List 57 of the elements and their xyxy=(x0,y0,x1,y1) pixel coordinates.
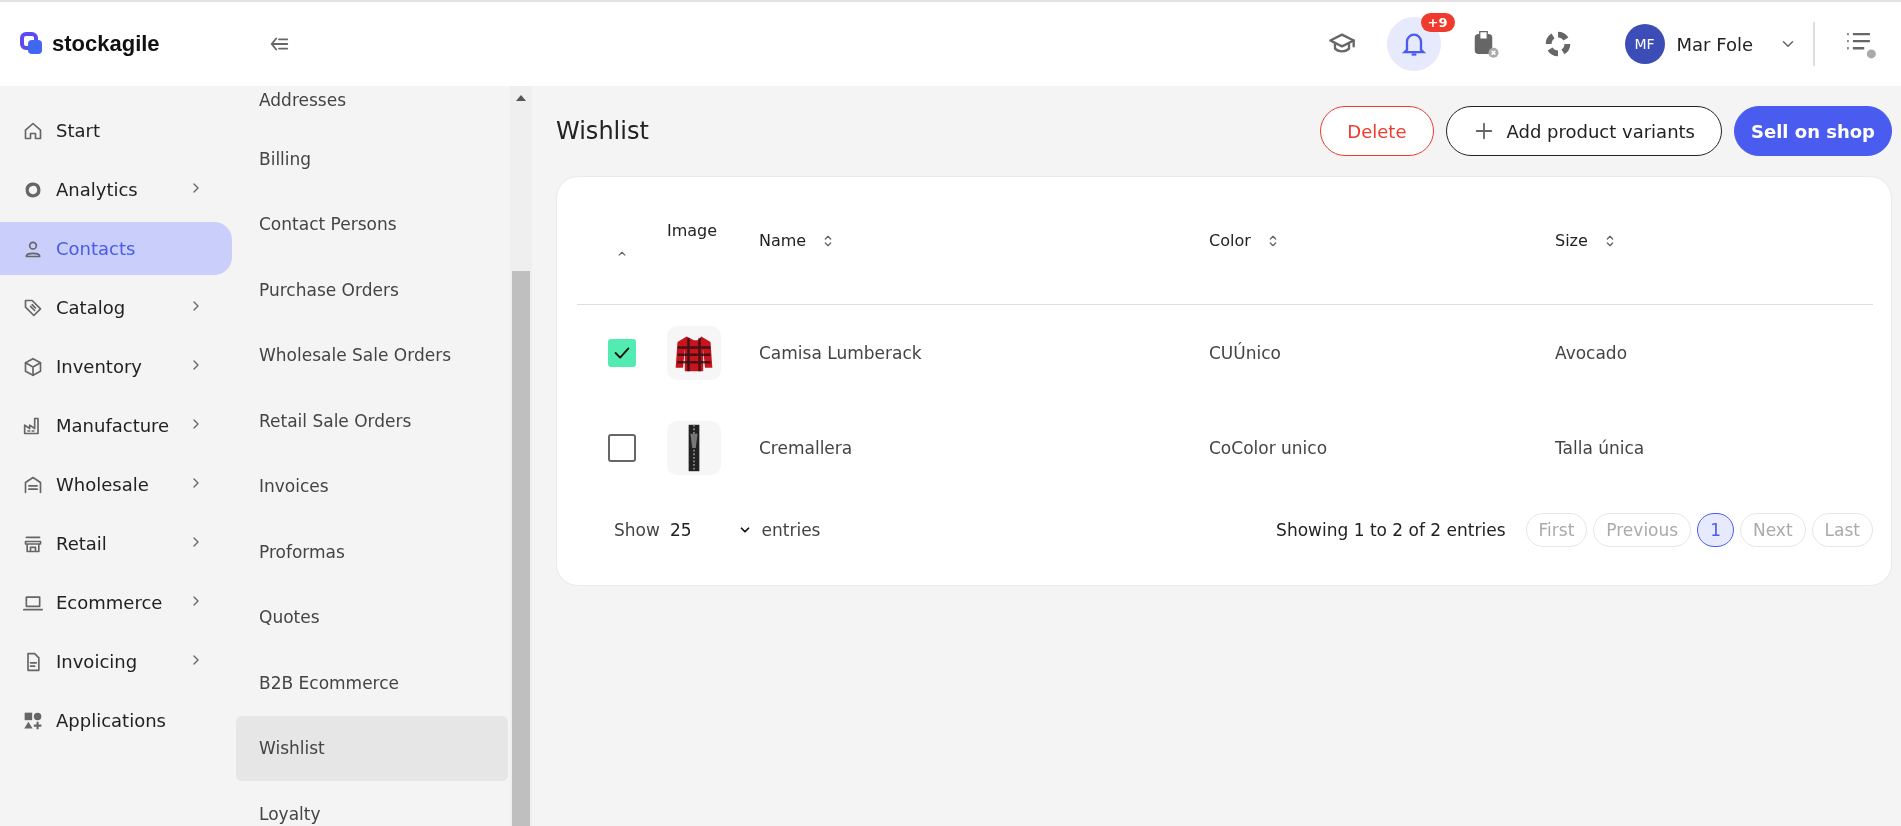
apps-icon xyxy=(23,710,43,731)
notification-badge: +9 xyxy=(1420,13,1455,32)
table-cell-text: CoColor unico xyxy=(1209,437,1329,458)
home-icon xyxy=(23,120,43,141)
table-cell-text: Camisa Lumberack xyxy=(759,342,923,363)
scrollbar-thumb[interactable] xyxy=(512,271,530,826)
submenu-item[interactable]: Purchase Orders xyxy=(236,257,508,323)
page-size-select[interactable]: 25 xyxy=(669,520,752,540)
entries-summary: Showing 1 to 2 of 2 entries xyxy=(1276,520,1506,540)
zipper-picture xyxy=(667,420,721,475)
column-header: Image xyxy=(667,221,718,240)
entries-label: entries xyxy=(761,520,821,540)
logo-icon xyxy=(20,32,44,56)
logo-text: stockagile xyxy=(52,31,160,57)
table-cell-text: Talla única xyxy=(1555,437,1646,458)
column-header[interactable]: Color xyxy=(1209,231,1251,250)
table-cell-text: Cremallera xyxy=(759,437,854,458)
sidebar-item[interactable]: Analytics xyxy=(0,163,232,216)
user-name[interactable]: Mar Fole xyxy=(1676,33,1753,55)
sidebar-item[interactable]: Catalog xyxy=(0,281,232,334)
action-button[interactable]: Sell on shop xyxy=(1734,106,1892,156)
sidebar-item[interactable]: Ecommerce xyxy=(0,576,232,629)
sidebar-item[interactable]: Manufacture xyxy=(0,399,232,452)
user-avatar[interactable]: MF xyxy=(1624,24,1665,64)
page-title: Wishlist xyxy=(556,117,650,145)
sidebar-item[interactable]: Applications xyxy=(0,694,232,747)
sidebar-item[interactable]: Invoicing xyxy=(0,635,232,688)
submenu-item[interactable]: Wishlist xyxy=(236,715,508,781)
column-header[interactable]: Size xyxy=(1555,231,1588,250)
submenu-item[interactable]: Quotes xyxy=(236,584,508,650)
submenu-item[interactable]: Retail Sale Orders xyxy=(236,388,508,454)
submenu-item[interactable]: Invoices xyxy=(236,453,508,519)
sidebar-item[interactable]: Start xyxy=(0,104,232,157)
lifebuoy-icon xyxy=(1543,30,1572,58)
action-button[interactable]: Add product variants xyxy=(1445,106,1722,156)
box-icon xyxy=(23,356,43,377)
row-checkbox[interactable] xyxy=(608,433,636,462)
submenu-item[interactable]: Addresses xyxy=(236,90,508,126)
tag-icon xyxy=(23,297,43,318)
submenu-item[interactable]: Loyalty xyxy=(236,781,508,826)
shirt-picture xyxy=(667,325,721,380)
pagination-button[interactable]: 1 xyxy=(1697,513,1734,547)
submenu-item[interactable]: B2B Ecommerce xyxy=(236,650,508,716)
submenu-item[interactable]: Proformas xyxy=(236,519,508,585)
table-cell-text: CUÚnico xyxy=(1209,342,1282,363)
submenu-item[interactable]: Wholesale Sale Orders xyxy=(236,322,508,388)
column-header[interactable]: Name xyxy=(759,231,807,250)
sidebar-item[interactable]: Inventory xyxy=(0,340,232,393)
sidebar-item[interactable]: Retail xyxy=(0,517,232,570)
sidebar-item[interactable]: Wholesale xyxy=(0,458,232,511)
warehouse-icon xyxy=(23,474,43,495)
table-cell-text: Avocado xyxy=(1555,342,1629,363)
submenu-item[interactable]: Contact Persons xyxy=(236,191,508,257)
scroll-up-icon[interactable] xyxy=(515,94,527,102)
show-label: Show xyxy=(614,520,660,540)
submenu-item[interactable]: Billing xyxy=(236,126,508,192)
action-button[interactable]: Delete xyxy=(1320,106,1434,156)
